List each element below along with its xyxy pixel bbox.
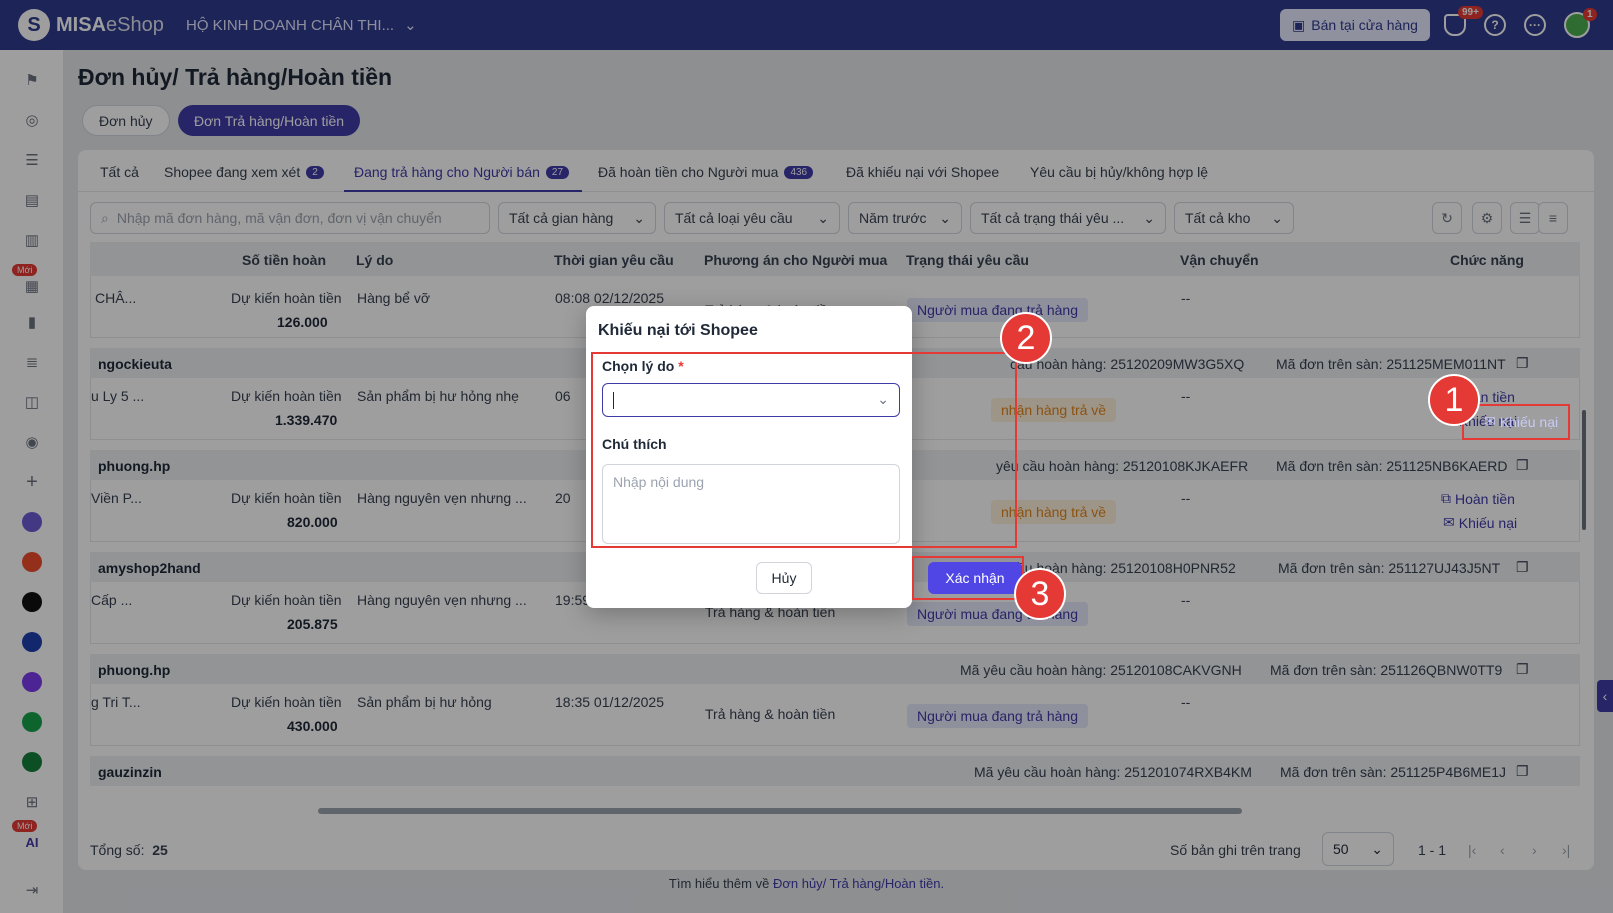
step-3-marker: 3 [1014,568,1066,620]
comment-icon: ✉ [1484,413,1496,429]
step-1-marker: 1 [1428,374,1480,426]
cancel-button[interactable]: Hủy [756,562,812,594]
complaint-link-highlighted[interactable]: ✉ Khiếu nại [1484,413,1558,430]
step-2-marker: 2 [1000,312,1052,364]
step-2-highlight [591,352,1017,548]
step-3-highlight [912,556,1024,600]
dialog-title: Khiếu nại tới Shopee [598,322,758,339]
